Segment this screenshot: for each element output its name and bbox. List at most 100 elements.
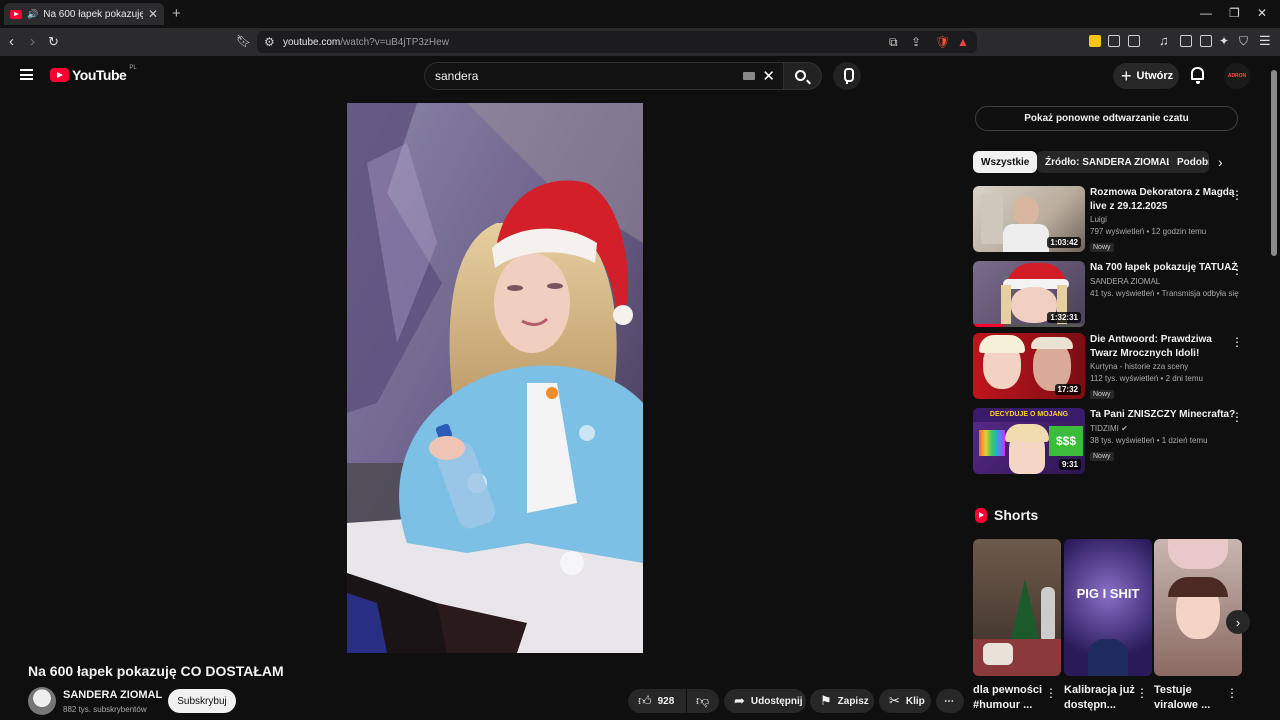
dislike-button[interactable]: 👎︎	[687, 689, 719, 713]
recommended-video[interactable]: 1:03:42 Rozmowa Dekoratora z Magdą live …	[973, 186, 1243, 254]
kebab-menu-icon[interactable]: ⋮	[1231, 188, 1243, 202]
video-title[interactable]: Na 700 łapek pokazuję TATUAŻ	[1090, 261, 1240, 275]
thumbnail-text: DECYDUJE O MOJANG	[973, 408, 1085, 422]
create-button[interactable]: + Utwórz	[1113, 63, 1179, 89]
shorts-next-button[interactable]: ›	[1226, 610, 1250, 634]
search-value: sandera	[435, 69, 479, 83]
restore-icon[interactable]: ❐	[1229, 6, 1240, 20]
video-title[interactable]: Die Antwoord: Prawdziwa Twarz Mrocznych …	[1090, 333, 1240, 360]
scissors-icon: ✂	[889, 693, 900, 708]
video-thumbnail[interactable]: DECYDUJE O MOJANG $$$ 9:31	[973, 408, 1085, 474]
reload-icon[interactable]: ↻	[48, 34, 59, 50]
bookmark-page-icon[interactable]: 🔖︎	[236, 34, 251, 48]
scrollbar-thumb[interactable]	[1271, 70, 1277, 256]
share-button[interactable]: ➦ Udostępnij	[724, 689, 806, 713]
search-button[interactable]	[784, 62, 822, 90]
chip-all[interactable]: Wszystkie	[973, 151, 1038, 173]
account-avatar[interactable]: ADRON	[1224, 63, 1250, 89]
youtube-favicon-icon	[10, 9, 22, 19]
save-label: Zapisz	[837, 695, 869, 707]
plus-icon: +	[1121, 66, 1132, 86]
video-thumbnail[interactable]: 1:03:42	[973, 186, 1085, 252]
video-title[interactable]: Rozmowa Dekoratora z Magdą live z 29.12.…	[1090, 186, 1240, 213]
bookmark-icon: ⚑	[820, 693, 832, 708]
more-actions-button[interactable]: ⋯	[936, 689, 964, 713]
shorts-icon	[975, 507, 987, 523]
url-path: /watch?v=uB4jTP3zHew	[340, 36, 449, 48]
channel-name[interactable]: SANDERA ZIOMAL	[1090, 277, 1240, 286]
youtube-logo[interactable]: YouTube PL	[50, 65, 137, 83]
avatar-text: ADRON	[1227, 73, 1247, 79]
new-tab-icon[interactable]: +	[172, 5, 181, 22]
video-title[interactable]: Ta Pani ZNISZCZY Minecrafta?	[1090, 408, 1240, 422]
country-code: PL	[129, 65, 137, 71]
kebab-menu-icon[interactable]: ⋮	[1231, 263, 1243, 277]
search-input[interactable]: sandera ✕	[424, 62, 784, 90]
extension-icon[interactable]	[1089, 35, 1101, 47]
save-button[interactable]: ⚑ Zapisz	[810, 689, 874, 713]
extension-icon[interactable]	[1128, 35, 1140, 47]
vpn-shield-icon[interactable]: ⛉	[1239, 34, 1248, 49]
short-title[interactable]: Kalibracja już dostępn...	[1064, 683, 1136, 713]
recommended-video[interactable]: 1:32:31 Na 700 łapek pokazuję TATUAŻ SAN…	[973, 261, 1243, 329]
channel-name[interactable]: SANDERA ZIOMAL	[63, 689, 162, 701]
channel-name[interactable]: Kurtyna - historie zza sceny	[1090, 362, 1240, 371]
video-meta: 797 wyświetleń • 12 godzin temu	[1090, 227, 1207, 236]
thumbs-up-icon: 👍︎	[638, 693, 652, 708]
short-title[interactable]: dla pewności #humour ...	[973, 683, 1045, 713]
recommended-video[interactable]: 17:32 Die Antwoord: Prawdziwa Twarz Mroc…	[973, 333, 1243, 401]
video-thumbnail[interactable]: 1:32:31	[973, 261, 1085, 327]
kebab-menu-icon[interactable]: ⋮	[1231, 410, 1243, 424]
chevron-right-icon[interactable]: ›	[1218, 154, 1223, 170]
back-arrow-icon[interactable]: ‹	[9, 33, 14, 50]
short-thumbnail[interactable]	[1154, 539, 1242, 676]
chip-related[interactable]: Podobne	[1169, 151, 1209, 173]
puzzle-extensions-icon[interactable]	[1108, 35, 1120, 47]
video-frame	[347, 103, 643, 653]
forward-arrow-icon[interactable]: ›	[30, 33, 35, 50]
channel-name[interactable]: TIDZIMI ✔	[1090, 424, 1240, 433]
like-button[interactable]: 👍︎ 928	[628, 689, 686, 713]
open-in-app-icon[interactable]: ⧉	[889, 35, 898, 50]
short-thumbnail[interactable]: PIG I SHIT	[1064, 539, 1152, 676]
chip-from-channel[interactable]: Źródło: SANDERA ZIOMAL	[1037, 151, 1181, 173]
leo-ai-icon[interactable]: ✦	[1219, 34, 1229, 48]
minimize-icon[interactable]: —	[1200, 6, 1212, 20]
brave-rewards-icon[interactable]: ▲	[957, 35, 969, 49]
clear-search-icon[interactable]: ✕	[762, 67, 775, 85]
share-page-icon[interactable]: ⇪	[911, 35, 921, 49]
sidebar-toggle-icon[interactable]	[1180, 35, 1192, 47]
clip-label: Klip	[905, 695, 925, 707]
bell-icon[interactable]	[1191, 67, 1204, 84]
shorts-heading: Shorts	[975, 507, 1038, 523]
video-duration: 9:31	[1058, 459, 1081, 470]
clip-button[interactable]: ✂ Klip	[879, 689, 931, 713]
address-bar[interactable]: ⚙ youtube.com/watch?v=uB4jTP3zHew ⧉ ⇪ 🛡 …	[257, 31, 977, 53]
recommended-video[interactable]: DECYDUJE O MOJANG $$$ 9:31 Ta Pani ZNISZ…	[973, 408, 1243, 476]
short-title[interactable]: Testuje viralowe ...	[1154, 683, 1226, 713]
kebab-menu-icon[interactable]: ⋮	[1231, 335, 1243, 349]
brave-shields-icon[interactable]: 🛡	[935, 35, 950, 49]
kebab-menu-icon[interactable]: ⋮	[1045, 686, 1057, 700]
close-window-icon[interactable]: ✕	[1257, 6, 1267, 20]
music-icon[interactable]: ♫	[1159, 33, 1169, 48]
short-thumbnail[interactable]	[973, 539, 1061, 676]
video-thumbnail[interactable]: 17:32	[973, 333, 1085, 399]
browser-menu-icon[interactable]: ☰	[1259, 33, 1271, 49]
subscribe-button[interactable]: Subskrybuj	[168, 689, 236, 713]
channel-name[interactable]: Luigi	[1090, 215, 1240, 224]
browser-tab[interactable]: 🔊 Na 600 łapek pokazuję CO D ✕	[4, 3, 164, 25]
kebab-menu-icon[interactable]: ⋮	[1136, 686, 1148, 700]
logo-text: YouTube	[72, 67, 127, 83]
video-player[interactable]	[347, 103, 643, 653]
site-info-icon[interactable]: ⚙	[264, 35, 275, 49]
chat-replay-button[interactable]: Pokaż ponowne odtwarzanie czatu	[975, 106, 1238, 131]
video-meta: 41 tys. wyświetleń • Transmisja odbyła s…	[1090, 288, 1239, 298]
wallet-icon[interactable]	[1200, 35, 1212, 47]
close-tab-icon[interactable]: ✕	[148, 7, 158, 21]
hamburger-menu-icon[interactable]	[20, 69, 33, 80]
voice-search-button[interactable]	[833, 62, 861, 90]
keyboard-icon[interactable]	[743, 72, 755, 80]
channel-avatar[interactable]	[28, 687, 56, 715]
kebab-menu-icon[interactable]: ⋮	[1226, 686, 1238, 700]
